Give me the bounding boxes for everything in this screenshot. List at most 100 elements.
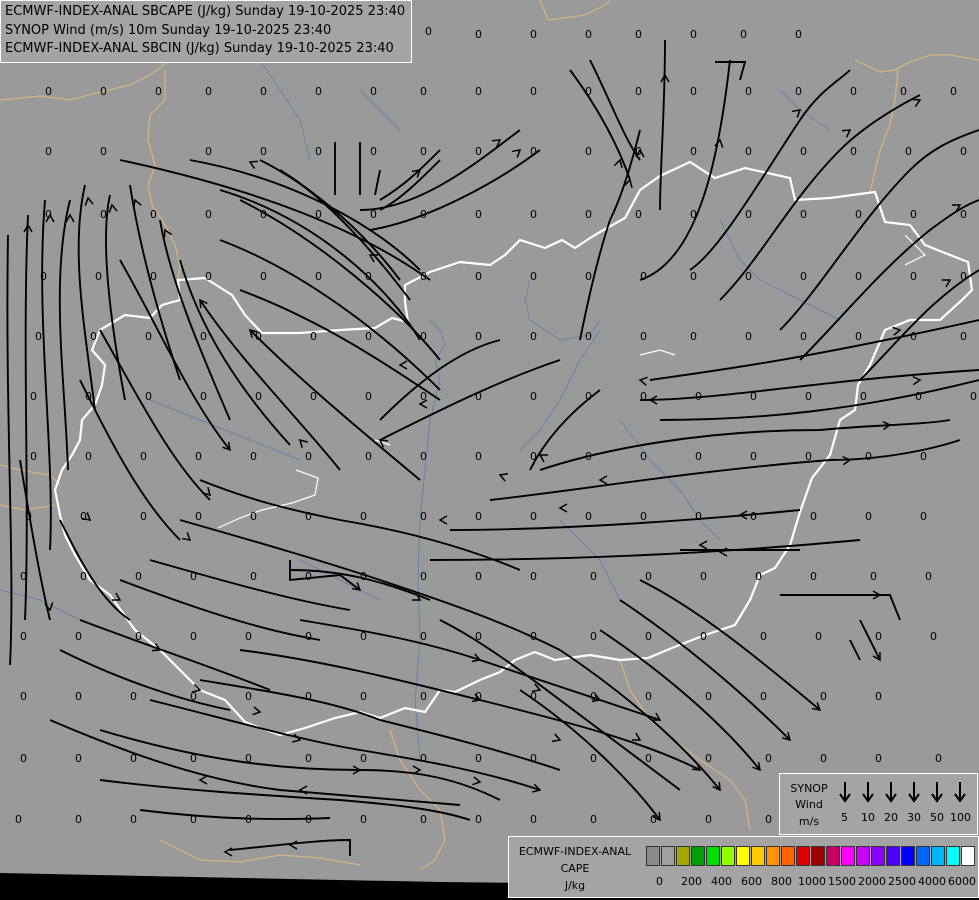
cape-value-label: 0 bbox=[255, 390, 262, 403]
cape-value-label: 0 bbox=[45, 145, 52, 158]
cape-value-label: 0 bbox=[805, 390, 812, 403]
cape-tick-label: 2500 bbox=[888, 875, 916, 888]
cape-color-swatch bbox=[721, 846, 735, 866]
cape-value-label: 0 bbox=[850, 145, 857, 158]
cape-value-label: 0 bbox=[875, 630, 882, 643]
cape-value-label: 0 bbox=[85, 390, 92, 403]
cape-value-label: 0 bbox=[315, 208, 322, 221]
cape-value-label: 0 bbox=[190, 813, 197, 826]
cape-value-label: 0 bbox=[245, 813, 252, 826]
cape-value-label: 0 bbox=[420, 330, 427, 343]
cape-tick-label: 1000 bbox=[798, 875, 826, 888]
cape-value-label: 0 bbox=[755, 570, 762, 583]
cape-value-label: 0 bbox=[20, 752, 27, 765]
cape-value-label: 0 bbox=[260, 270, 267, 283]
cape-color-swatch bbox=[796, 846, 810, 866]
cape-value-label: 0 bbox=[745, 270, 752, 283]
cape-value-label: 0 bbox=[250, 570, 257, 583]
cape-value-label: 0 bbox=[530, 450, 537, 463]
cape-value-label: 0 bbox=[475, 145, 482, 158]
cape-color-swatch bbox=[661, 846, 675, 866]
cape-value-label: 0 bbox=[960, 330, 967, 343]
cape-value-label: 0 bbox=[250, 450, 257, 463]
cape-value-label: 0 bbox=[530, 330, 537, 343]
cape-value-label: 0 bbox=[530, 270, 537, 283]
cape-color-swatch bbox=[871, 846, 885, 866]
cape-value-label: 0 bbox=[35, 330, 42, 343]
cape-value-label: 0 bbox=[925, 570, 932, 583]
cape-value-label: 0 bbox=[135, 570, 142, 583]
cape-value-label: 0 bbox=[420, 752, 427, 765]
cape-value-label: 0 bbox=[200, 330, 207, 343]
cape-value-label: 0 bbox=[930, 630, 937, 643]
cape-value-label: 0 bbox=[640, 510, 647, 523]
cape-value-label: 0 bbox=[315, 270, 322, 283]
cape-value-label: 0 bbox=[75, 752, 82, 765]
cape-value-label: 0 bbox=[100, 145, 107, 158]
cape-value-label: 0 bbox=[705, 690, 712, 703]
cape-value-label: 0 bbox=[960, 270, 967, 283]
cape-value-label: 0 bbox=[820, 690, 827, 703]
cape-tick-label: 600 bbox=[741, 875, 762, 888]
cape-color-swatch bbox=[691, 846, 705, 866]
cape-value-label: 0 bbox=[475, 28, 482, 41]
cape-value-label: 0 bbox=[765, 752, 772, 765]
cape-value-label: 0 bbox=[315, 85, 322, 98]
cape-value-label: 0 bbox=[20, 630, 27, 643]
cape-value-label: 0 bbox=[190, 570, 197, 583]
cape-value-label: 0 bbox=[645, 690, 652, 703]
cape-value-label: 0 bbox=[910, 330, 917, 343]
cape-value-label: 0 bbox=[130, 752, 137, 765]
cape-value-label: 0 bbox=[745, 330, 752, 343]
cape-value-label: 0 bbox=[475, 752, 482, 765]
cape-value-label: 0 bbox=[530, 28, 537, 41]
cape-value-label: 0 bbox=[305, 450, 312, 463]
cape-value-label: 0 bbox=[365, 390, 372, 403]
cape-value-label: 0 bbox=[695, 390, 702, 403]
synop-speed-label: 5 bbox=[841, 811, 848, 824]
cape-tick-label: 4000 bbox=[918, 875, 946, 888]
cape-value-label: 0 bbox=[100, 208, 107, 221]
cape-value-label: 0 bbox=[80, 570, 87, 583]
cape-value-label: 0 bbox=[475, 570, 482, 583]
cape-value-label: 0 bbox=[260, 208, 267, 221]
cape-value-label: 0 bbox=[425, 25, 432, 38]
cape-value-label: 0 bbox=[795, 28, 802, 41]
cape-value-label: 0 bbox=[475, 630, 482, 643]
cape-value-label: 0 bbox=[585, 28, 592, 41]
cape-value-label: 0 bbox=[25, 510, 32, 523]
cape-value-label: 0 bbox=[635, 208, 642, 221]
cape-value-label: 0 bbox=[475, 690, 482, 703]
cape-value-label: 0 bbox=[475, 270, 482, 283]
wind-arrow-100-icon bbox=[954, 782, 966, 803]
cape-value-label: 0 bbox=[420, 690, 427, 703]
cape-value-label: 0 bbox=[740, 28, 747, 41]
cape-value-label: 0 bbox=[475, 208, 482, 221]
cape-value-label: 0 bbox=[690, 330, 697, 343]
cape-color-swatch bbox=[856, 846, 870, 866]
cape-value-label: 0 bbox=[640, 390, 647, 403]
cape-value-label: 0 bbox=[865, 450, 872, 463]
cape-value-label: 0 bbox=[585, 450, 592, 463]
cape-value-label: 0 bbox=[255, 330, 262, 343]
cape-color-swatch bbox=[916, 846, 930, 866]
cape-value-label: 0 bbox=[900, 85, 907, 98]
cape-value-label: 0 bbox=[650, 813, 657, 826]
cape-value-label: 0 bbox=[475, 510, 482, 523]
cape-value-label: 0 bbox=[420, 510, 427, 523]
cape-color-swatch bbox=[766, 846, 780, 866]
cape-value-label: 0 bbox=[530, 145, 537, 158]
cape-value-label: 0 bbox=[590, 752, 597, 765]
synop-arrows bbox=[839, 782, 966, 803]
cape-value-label: 0 bbox=[640, 450, 647, 463]
synop-speed-label: 50 bbox=[930, 811, 944, 824]
cape-value-label: 0 bbox=[700, 630, 707, 643]
cape-value-label: 0 bbox=[530, 752, 537, 765]
cape-value-label: 0 bbox=[800, 330, 807, 343]
cape-value-label: 0 bbox=[875, 690, 882, 703]
cape-value-label: 0 bbox=[855, 208, 862, 221]
cape-value-label: 0 bbox=[245, 752, 252, 765]
cape-value-label: 0 bbox=[875, 752, 882, 765]
cape-value-label: 0 bbox=[760, 630, 767, 643]
cape-value-label: 0 bbox=[705, 813, 712, 826]
